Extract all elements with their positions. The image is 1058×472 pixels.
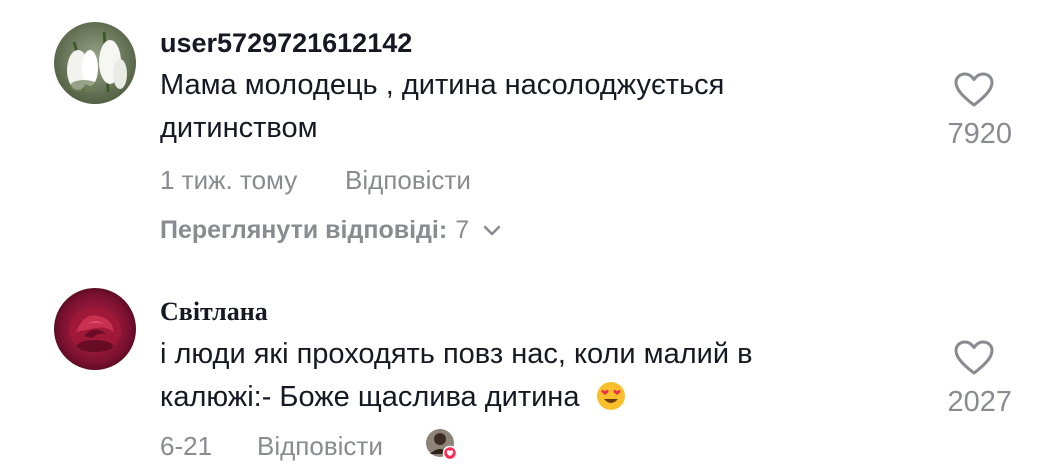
comment-username[interactable]: user5729721612142 <box>160 28 412 59</box>
reply-button[interactable]: Відповісти <box>345 165 471 196</box>
comment-text-content: Мама молодець , дитина насолоджується ди… <box>160 69 725 144</box>
like-count: 2027 <box>947 386 1012 418</box>
user-avatar[interactable] <box>54 288 136 370</box>
comment-item: Світлана і люди які проходять повз нас, … <box>0 265 1058 472</box>
view-replies-count: 7 <box>455 216 470 244</box>
user-avatar[interactable] <box>54 22 136 104</box>
creator-liked-avatar-heart-icon <box>426 429 458 461</box>
view-replies-button[interactable]: Переглянути відповіді: 7 <box>160 216 501 245</box>
like-heart-icon[interactable] <box>954 340 994 376</box>
heart-eyes-emoji-icon <box>596 382 625 410</box>
chevron-down-icon <box>483 225 501 235</box>
comment-text: Мама молодець , дитина насолоджується ди… <box>160 64 860 150</box>
view-replies-label: Переглянути відповіді: <box>160 216 448 244</box>
comment-username[interactable]: Світлана <box>160 297 268 327</box>
snowdrop-flower-avatar-icon <box>54 22 136 104</box>
comment-timestamp: 6-21 <box>160 431 213 461</box>
comment-text-content: і люди які проходять повз нас, коли мали… <box>160 338 753 413</box>
like-heart-icon[interactable] <box>954 72 994 108</box>
comment-text: і люди які проходять повз нас, коли мали… <box>160 333 860 419</box>
comment-timestamp: 1 тиж. тому <box>160 165 298 195</box>
red-rose-avatar-icon <box>54 288 136 370</box>
comment-item: user5729721612142 Мама молодець , дитина… <box>0 0 1058 265</box>
like-count: 7920 <box>947 118 1012 150</box>
reply-button[interactable]: Відповісти <box>257 431 383 462</box>
creator-liked-badge <box>425 428 458 461</box>
